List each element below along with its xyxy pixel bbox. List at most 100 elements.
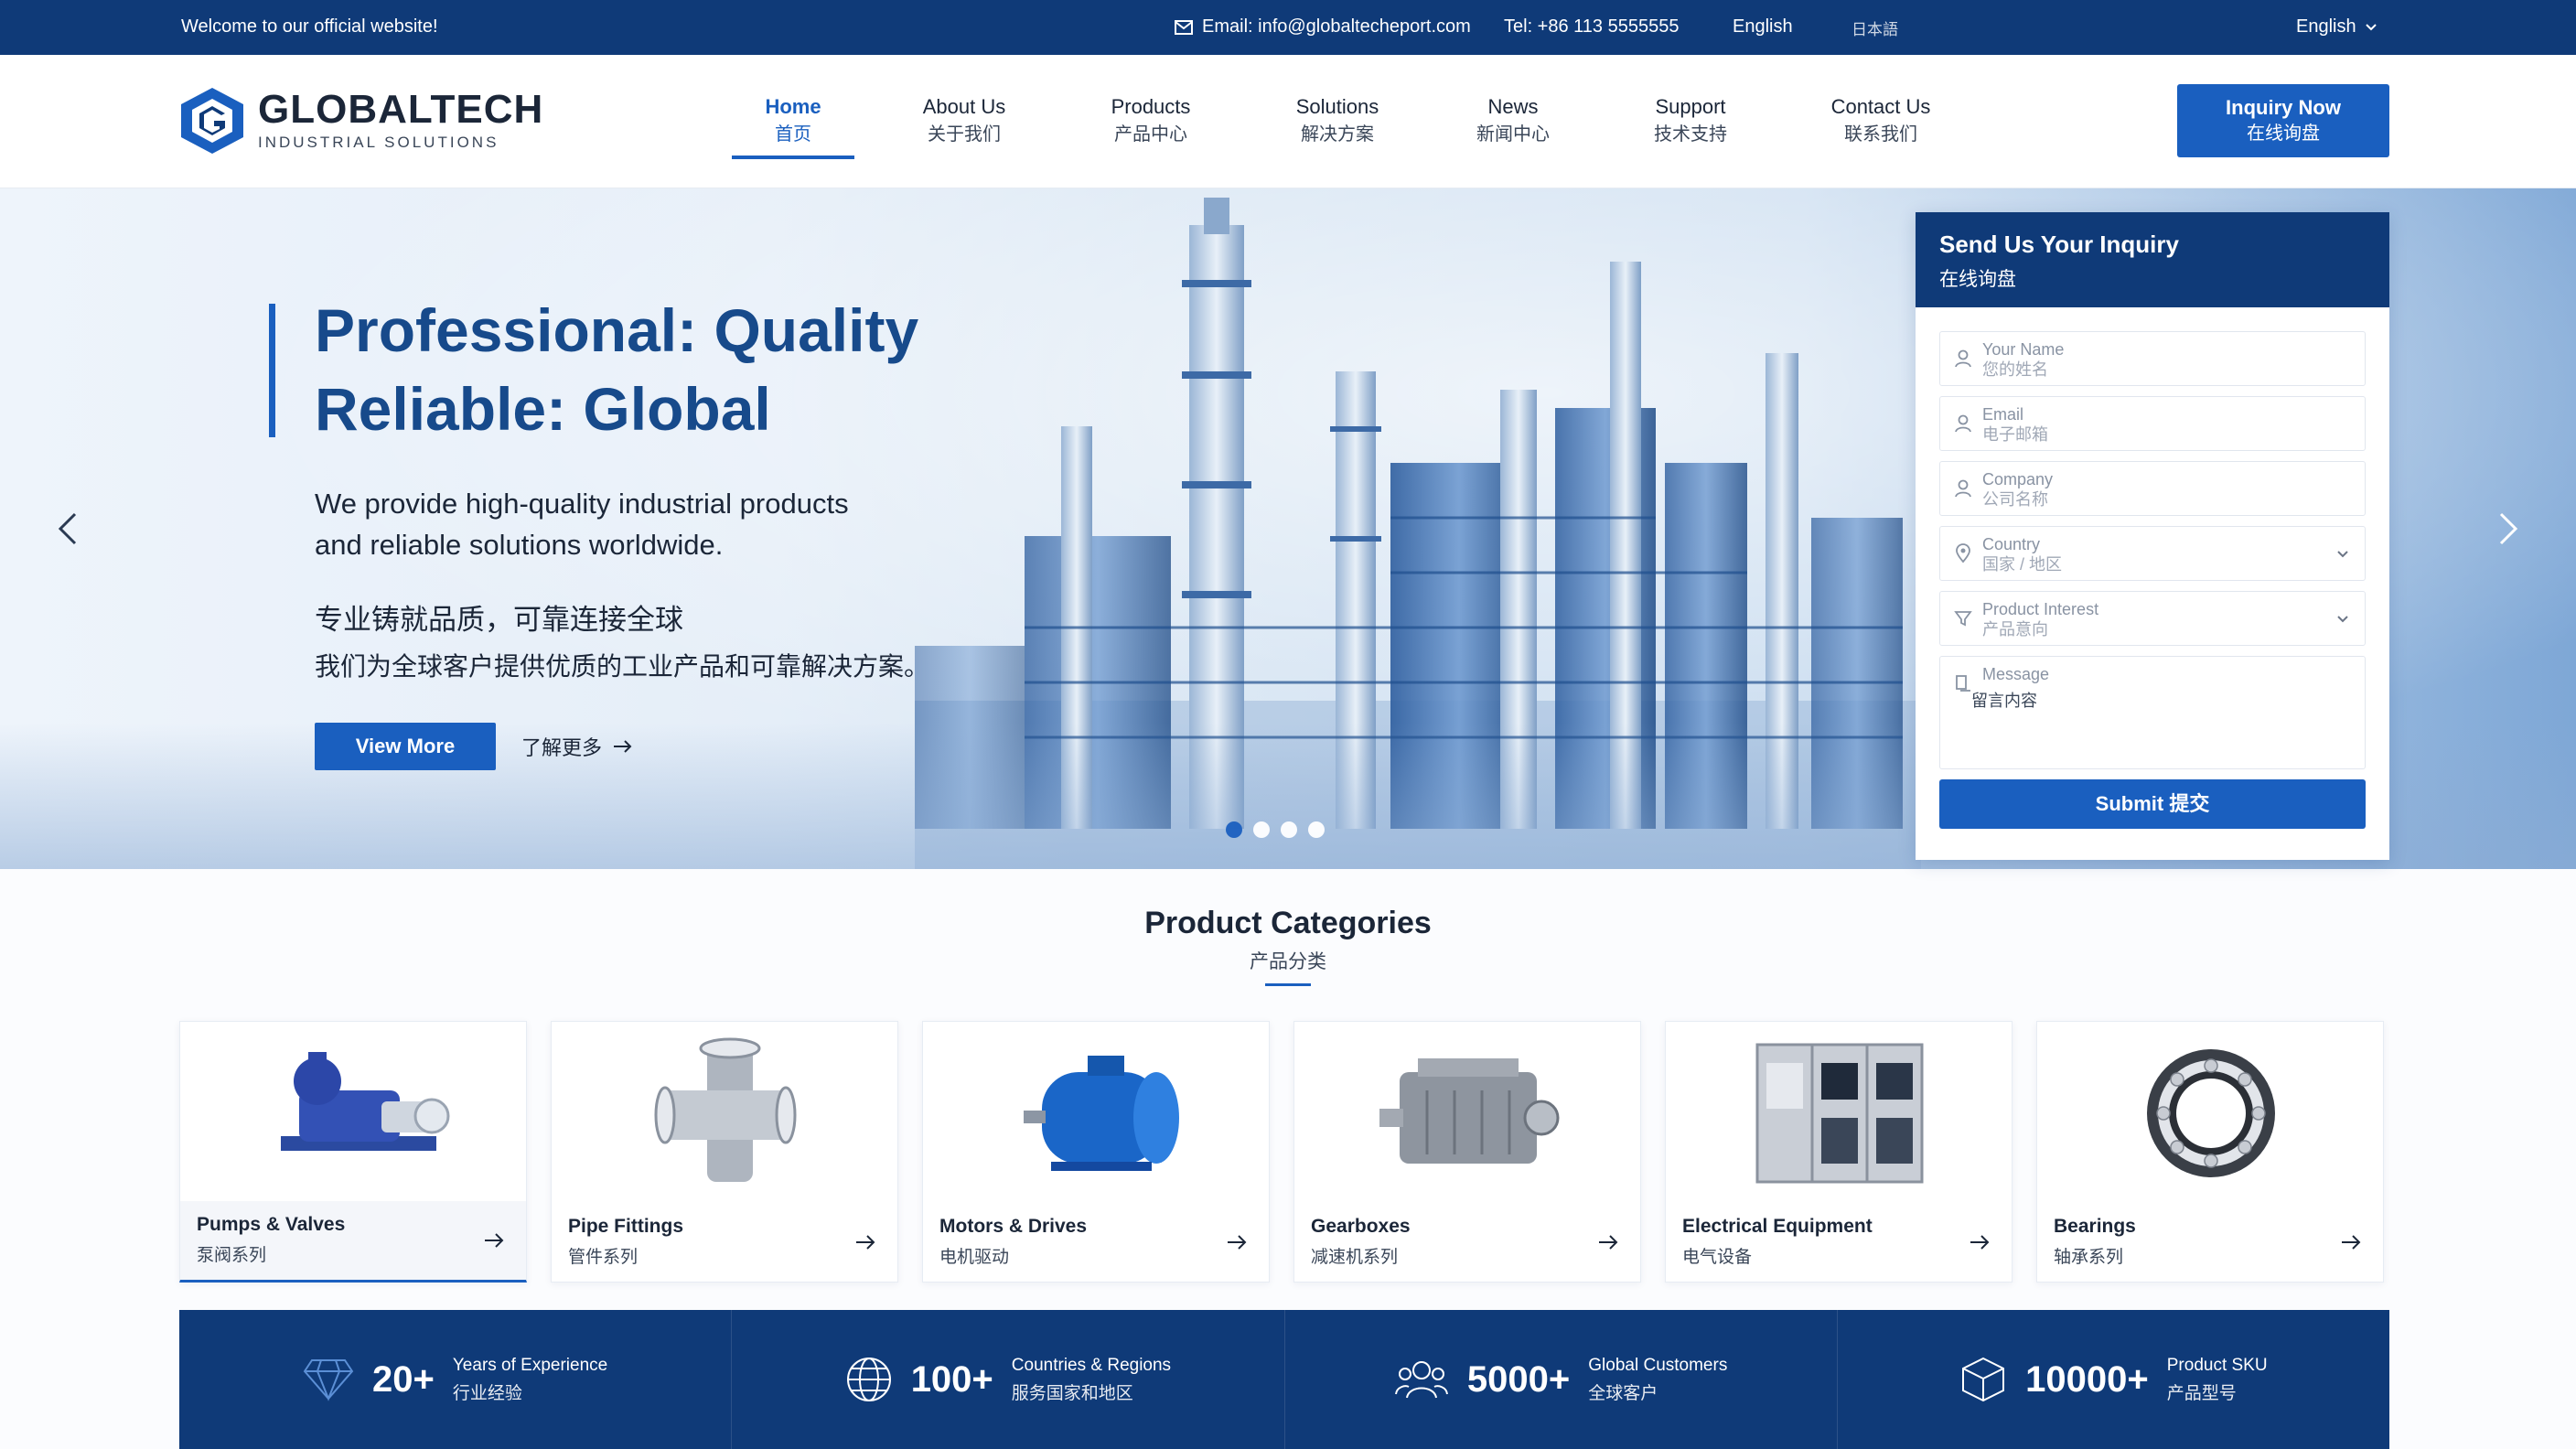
inquiry-form-body: Your Name 您的姓名 Email 电子邮箱 Company 公司名称 C…	[1916, 307, 2389, 829]
category-footer: Pumps & Valves 泵阀系列	[180, 1201, 526, 1280]
nav-label-cn: 产品中心	[1114, 124, 1187, 145]
language-link-other[interactable]: 日本語	[1852, 16, 1898, 39]
nav-label: Home	[765, 95, 821, 118]
logo-tagline: INDUSTRIAL SOLUTIONS	[258, 134, 499, 151]
section-title-underline	[1265, 983, 1311, 986]
inquiry-form-title: Send Us Your Inquiry	[1939, 231, 2179, 258]
slider-dot-1[interactable]	[1226, 821, 1242, 838]
nav-label: About Us	[922, 95, 1006, 118]
nav-label-cn: 解决方案	[1301, 124, 1374, 145]
category-image	[923, 1022, 1271, 1205]
nav-item-support[interactable]: Support 技术支持	[1629, 93, 1752, 148]
category-card-pipe-fittings[interactable]: Pipe Fittings 管件系列	[551, 1021, 898, 1283]
slider-dot-4[interactable]	[1308, 821, 1325, 838]
globe-icon	[846, 1358, 891, 1401]
slider-dot-3[interactable]	[1281, 821, 1297, 838]
view-more-button[interactable]: View More	[315, 723, 496, 770]
main-nav: Home 首页 About Us 关于我们 Products 产品中心 Solu…	[732, 93, 1942, 159]
category-card-gearboxes[interactable]: Gearboxes 减速机系列	[1293, 1021, 1641, 1283]
section-title: Product Categories	[1144, 906, 1432, 940]
slider-next-arrow-icon[interactable]	[2488, 510, 2525, 547]
learn-more-link[interactable]: 了解更多	[521, 732, 633, 761]
country-select-label: Country	[1982, 535, 2041, 553]
company-field-label: Company	[1982, 470, 2054, 488]
nav-item-products[interactable]: Products 产品中心	[1089, 93, 1212, 148]
message-label: Message	[1982, 665, 2050, 683]
product-category-list: Pumps & Valves 泵阀系列 Pipe Fittings 管件系列 M…	[179, 1021, 2384, 1283]
inquiry-now-label: Inquiry Now	[2226, 96, 2341, 119]
hero-cn-heading: 专业铸就品质，可靠连接全球	[315, 604, 683, 636]
section-title-cn: 产品分类	[1250, 951, 1326, 972]
stat-label: Global Customers	[1588, 1355, 1728, 1375]
language-link-english[interactable]: English	[1733, 16, 1793, 38]
category-footer: Pipe Fittings 管件系列	[552, 1203, 897, 1282]
nav-label-cn: 技术支持	[1654, 124, 1727, 145]
tel-text: Tel: +86 113 5555555	[1504, 16, 1680, 37]
message-icon	[1956, 675, 1970, 692]
stat-label-cn: 行业经验	[452, 1383, 522, 1403]
hero-description: We provide high-quality industrial produ…	[274, 483, 929, 565]
hero-text-block: Professional: Quality Reliable: Global W…	[269, 291, 929, 683]
arrow-right-icon	[1970, 1235, 1990, 1250]
logo-mark-icon	[181, 88, 243, 154]
nav-label-cn: 新闻中心	[1476, 124, 1550, 145]
category-card-motors[interactable]: Motors & Drives 电机驱动	[922, 1021, 1270, 1283]
main-header: GLOBALTECH INDUSTRIAL SOLUTIONS Home 首页 …	[0, 55, 2576, 188]
logo-name: GLOBALTECH	[258, 87, 544, 132]
company-field[interactable]: Company 公司名称	[1939, 461, 2366, 516]
category-card-electrical[interactable]: Electrical Equipment 电气设备	[1665, 1021, 2012, 1283]
logo[interactable]: GLOBALTECH INDUSTRIAL SOLUTIONS	[179, 86, 543, 156]
category-name-cn: 轴承系列	[2054, 1248, 2124, 1267]
email-icon	[1175, 19, 1193, 35]
name-field[interactable]: Your Name 您的姓名	[1939, 331, 2366, 386]
nav-item-solutions[interactable]: Solutions 解决方案	[1276, 93, 1399, 148]
slider-prev-arrow-icon[interactable]	[51, 510, 88, 547]
diamond-icon	[303, 1359, 354, 1401]
nav-item-home[interactable]: Home 首页	[732, 93, 854, 159]
category-image	[1294, 1022, 1642, 1205]
slider-dots	[1226, 821, 1325, 838]
stat-value: 20+	[372, 1358, 435, 1400]
category-name-cn: 电机驱动	[939, 1248, 1010, 1267]
category-name: Gearboxes	[1311, 1216, 1411, 1237]
category-footer: Electrical Equipment 电气设备	[1666, 1203, 2012, 1282]
welcome-text: Welcome to our official website!	[181, 16, 438, 37]
stat-label: Years of Experience	[452, 1355, 608, 1375]
inquiry-now-label-cn: 在线询盘	[2247, 123, 2320, 144]
inquiry-form-title-cn: 在线询盘	[1939, 269, 2016, 290]
product-interest-label: Product Interest	[1982, 600, 2099, 618]
stat-countries: 100+ Countries & Regions 服务国家和地区	[732, 1310, 1285, 1449]
email-field[interactable]: Email 电子邮箱	[1939, 396, 2366, 451]
top-bar: Welcome to our official website! Email: …	[0, 0, 2576, 55]
category-name-cn: 管件系列	[568, 1248, 639, 1267]
stat-experience: 20+ Years of Experience 行业经验	[179, 1310, 733, 1449]
country-select-placeholder: 国家 / 地区	[1982, 555, 2063, 574]
message-textarea[interactable]: Message 留言内容	[1939, 656, 2366, 769]
learn-more-label: 了解更多	[521, 736, 603, 759]
category-card-bearings[interactable]: Bearings 轴承系列	[2036, 1021, 2384, 1283]
company-field-placeholder: 公司名称	[1982, 490, 2048, 509]
inquiry-form: Send Us Your Inquiry 在线询盘 Your Name 您的姓名…	[1916, 212, 2389, 860]
nav-item-contact[interactable]: Contact Us 联系我们	[1819, 93, 1942, 148]
email-field-label: Email	[1982, 405, 2024, 424]
email-contact[interactable]: Email: info@globaltecheport.com	[1175, 16, 1471, 38]
product-interest-select[interactable]: Product Interest 产品意向	[1939, 591, 2366, 646]
nav-label-cn: 关于我们	[928, 124, 1001, 145]
hero-actions: View More 了解更多	[315, 723, 633, 770]
hero-desc-line1: We provide high-quality industrial produ…	[315, 488, 849, 520]
category-card-pumps[interactable]: Pumps & Valves 泵阀系列	[179, 1021, 527, 1283]
slider-dot-2[interactable]	[1253, 821, 1270, 838]
nav-label: News	[1487, 95, 1539, 118]
category-name: Pumps & Valves	[197, 1214, 346, 1235]
nav-item-about[interactable]: About Us 关于我们	[903, 93, 1025, 148]
inquiry-now-button[interactable]: Inquiry Now 在线询盘	[2177, 84, 2389, 157]
email-icon	[1955, 414, 1971, 433]
hero-desc-line2: and reliable solutions worldwide.	[315, 529, 724, 561]
submit-button[interactable]: Submit 提交	[1939, 779, 2366, 829]
stat-customers: 5000+ Global Customers 全球客户	[1285, 1310, 1838, 1449]
stat-label-cn: 产品型号	[2166, 1383, 2237, 1403]
nav-item-news[interactable]: News 新闻中心	[1452, 93, 1574, 148]
category-name-cn: 电气设备	[1682, 1248, 1753, 1267]
country-select[interactable]: Country 国家 / 地区	[1939, 526, 2366, 581]
language-select[interactable]: English	[2296, 16, 2377, 38]
